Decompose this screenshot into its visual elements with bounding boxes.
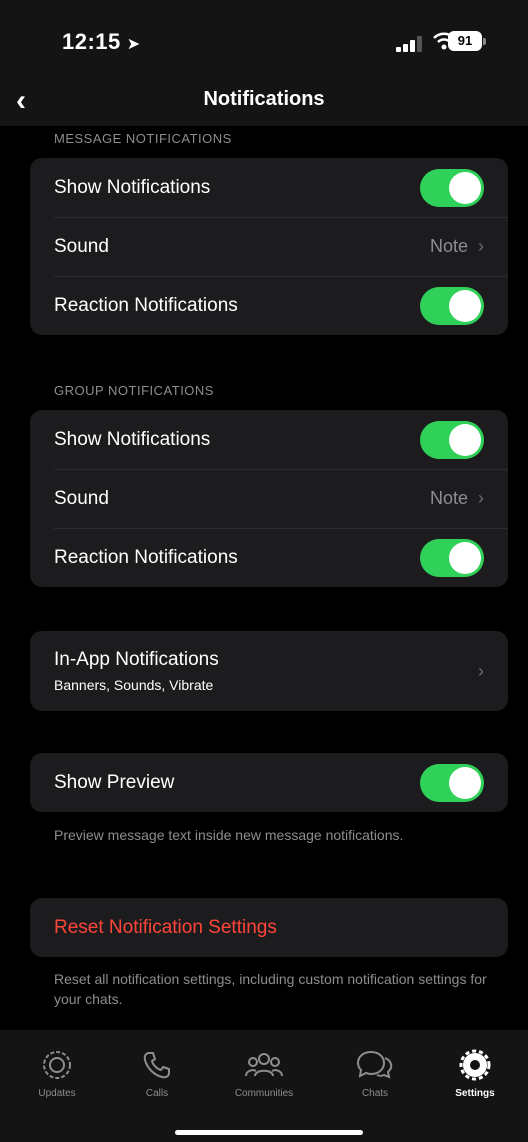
reset-label: Reset Notification Settings [54,916,277,938]
battery-indicator: 91 [448,31,486,51]
message-notifications-group: Show Notifications Sound Note › Reaction… [30,158,508,335]
row-label: In-App Notifications [54,649,219,670]
message-sound-value: Note [429,236,468,256]
tab-chats[interactable]: Chats [330,1048,420,1099]
page-title: Notifications [203,88,325,110]
settings-gear-icon [459,1049,491,1081]
message-reaction-notifications-row: Reaction Notifications [30,276,508,335]
cellular-signal-icon [396,36,426,52]
message-reaction-notifications-toggle[interactable] [420,286,484,325]
tab-label: Updates [38,1088,76,1099]
group-notifications-header: GROUP NOTIFICATIONS [54,383,214,398]
row-label: Show Notifications [54,428,211,450]
reset-footnote: Reset all notification settings, includi… [54,971,487,1007]
tab-label: Calls [145,1088,169,1099]
communities-icon [245,1053,283,1077]
group-show-notifications-toggle[interactable] [420,420,484,459]
row-label: Sound [54,487,109,509]
row-label: Sound [54,235,109,257]
location-arrow-icon: ➤ [126,36,141,53]
chevron-right-icon: › [478,488,484,508]
phone-icon [143,1052,170,1079]
show-preview-group: Show Preview [30,753,508,812]
in-app-notifications-group: In-App Notifications Banners, Sounds, Vi… [30,631,508,711]
group-sound-value: Note [429,488,468,508]
tab-label: Chats [361,1088,389,1099]
tab-calls[interactable]: Calls [112,1048,202,1099]
row-label: Show Preview [54,771,175,793]
show-preview-footnote: Preview message text inside new message … [54,827,404,843]
tab-communities[interactable]: Communities [219,1048,309,1099]
tab-bar: Updates Calls Communities Chats Settings [0,1030,528,1142]
group-show-notifications-row: Show Notifications [30,410,508,469]
tab-label: Settings [455,1088,495,1099]
home-indicator [175,1130,363,1135]
status-time: 12:15 ➤ [62,29,141,54]
nav-bar: ‹ Notifications [0,80,528,126]
message-show-notifications-toggle[interactable] [420,168,484,207]
show-preview-row: Show Preview [30,753,508,812]
status-bar: 12:15 ➤ 91 [0,0,528,80]
chats-icon [356,1050,393,1079]
reset-notification-settings-button[interactable]: Reset Notification Settings [30,898,508,957]
tab-label: Communities [234,1088,294,1099]
reset-group: Reset Notification Settings [30,898,508,957]
message-sound-row[interactable]: Sound Note › [30,217,508,276]
screen: 12:15 ➤ 91 ‹ Notifications MESSAGE NOTIFI… [0,0,528,1142]
row-label: Reaction Notifications [54,546,238,568]
message-show-notifications-row: Show Notifications [30,158,508,217]
in-app-notifications-subtitle: Banners, Sounds, Vibrate [54,677,214,693]
show-preview-toggle[interactable] [420,763,484,802]
tab-settings[interactable]: Settings [430,1048,520,1099]
message-notifications-header: MESSAGE NOTIFICATIONS [54,131,232,146]
group-notifications-group: Show Notifications Sound Note › Reaction… [30,410,508,587]
row-label: Show Notifications [54,176,211,198]
chevron-right-icon: › [478,236,484,256]
group-sound-row[interactable]: Sound Note › [30,469,508,528]
chevron-right-icon: › [478,660,484,681]
in-app-notifications-row[interactable]: In-App Notifications Banners, Sounds, Vi… [30,631,508,711]
group-reaction-notifications-toggle[interactable] [420,538,484,577]
updates-icon [43,1051,71,1079]
row-label: Reaction Notifications [54,294,238,316]
tab-updates[interactable]: Updates [12,1048,102,1099]
group-reaction-notifications-row: Reaction Notifications [30,528,508,587]
